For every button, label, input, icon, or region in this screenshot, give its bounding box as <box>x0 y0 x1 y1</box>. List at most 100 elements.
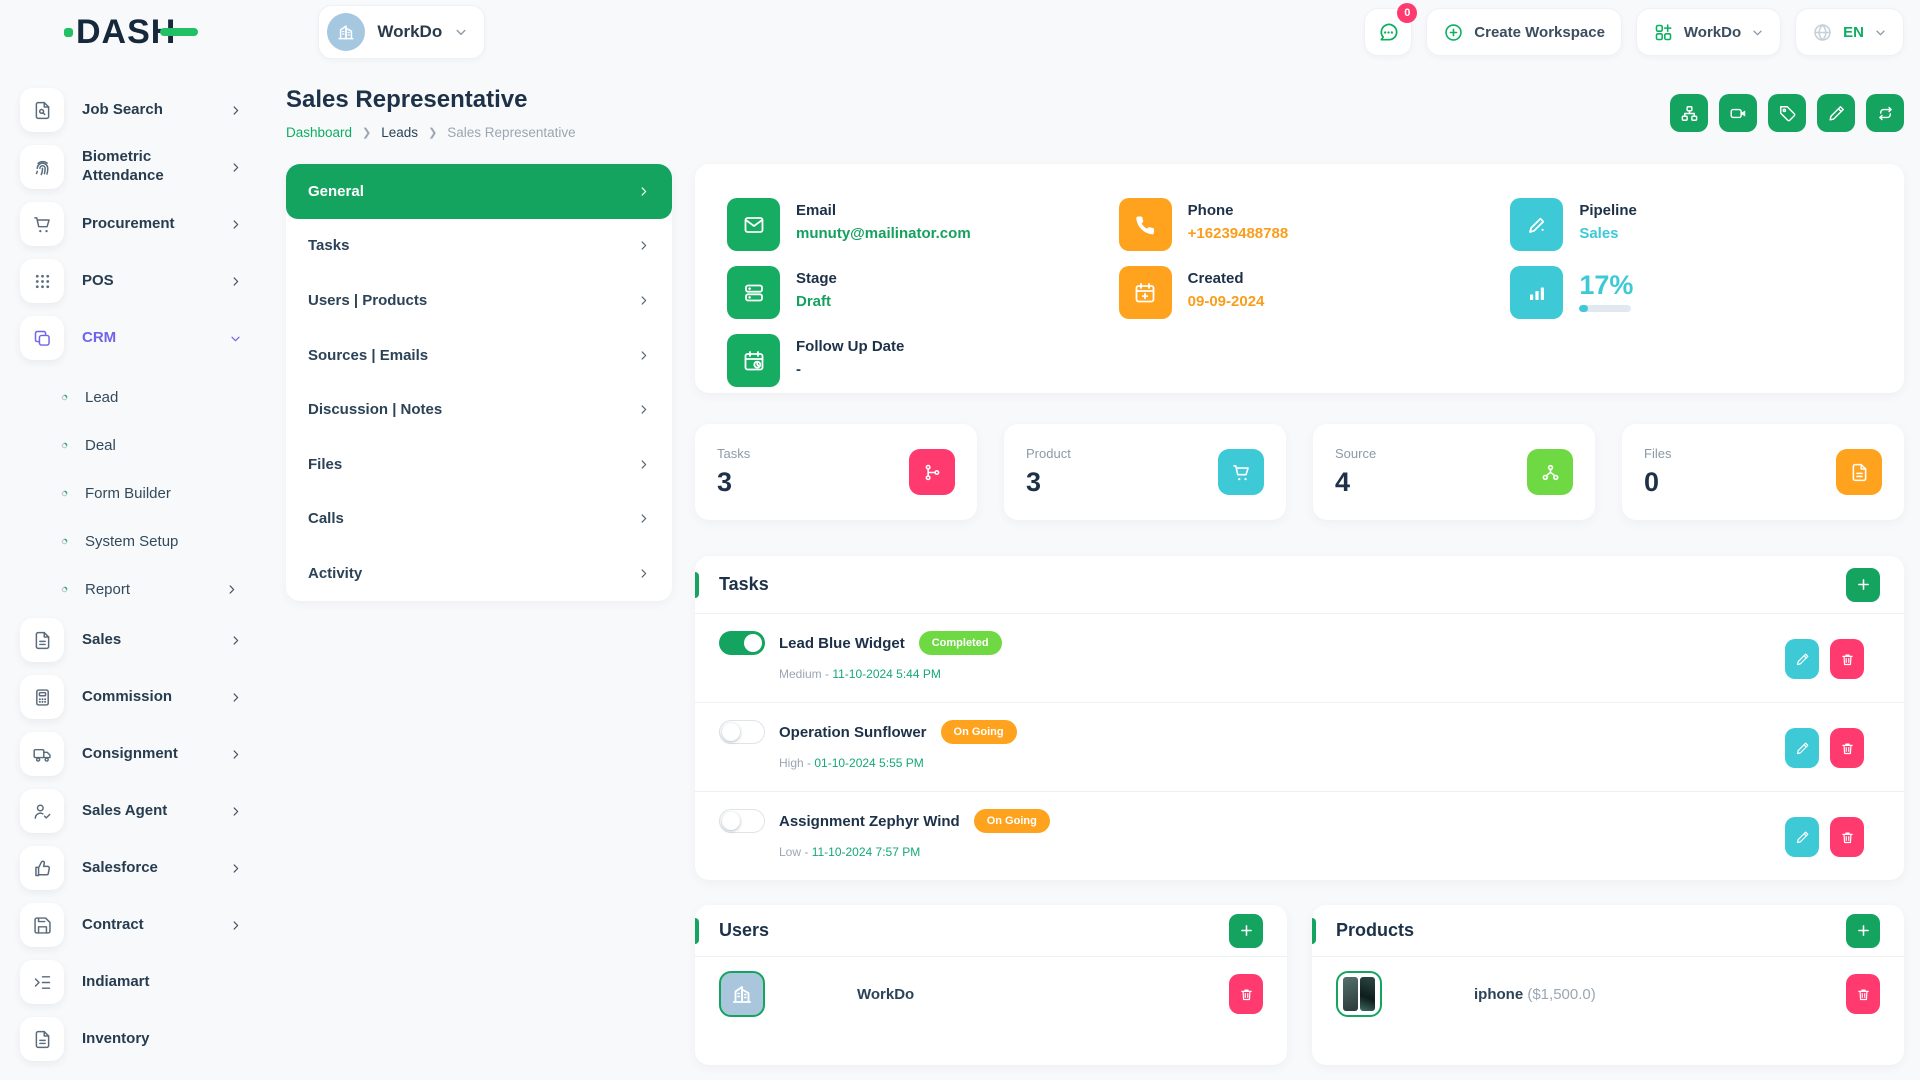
task-datetime: 11-10-2024 7:57 PM <box>812 845 921 859</box>
sidebar-nav: Job Search Biometric Attendance Procurem… <box>0 64 270 1074</box>
sidebar-item-sales-agent[interactable]: Sales Agent <box>20 789 270 833</box>
stat-source-value: 4 <box>1335 467 1376 498</box>
sidebar-item-pos[interactable]: POS <box>20 259 270 303</box>
info-progress: 17% <box>1510 266 1872 319</box>
menu-item-sources-emails[interactable]: Sources | Emails <box>286 328 672 383</box>
product-image <box>1336 971 1382 1017</box>
user-name: WorkDo <box>857 986 914 1003</box>
doc-search-icon <box>20 88 64 132</box>
stat-cards: Tasks3 Product3 Source4 Files0 <box>695 424 1904 520</box>
task-datetime: 11-10-2024 5:44 PM <box>832 667 941 681</box>
bullet-icon <box>58 487 71 500</box>
chevron-right-icon <box>229 919 242 932</box>
sidebar-subitem-lead[interactable]: Lead <box>20 373 270 421</box>
breadcrumb: Dashboard ❯ Leads ❯ Sales Representative <box>286 125 576 140</box>
menu-item-activity[interactable]: Activity <box>286 546 672 601</box>
chevron-right-icon <box>229 634 242 647</box>
info-follow-up: Follow Up Date- <box>727 334 1089 387</box>
task-complete-toggle[interactable] <box>719 720 765 744</box>
sidebar-subitem-form-builder[interactable]: Form Builder <box>20 469 270 517</box>
menu-item-files[interactable]: Files <box>286 437 672 492</box>
sidebar-item-procurement[interactable]: Procurement <box>20 202 270 246</box>
edit-lead-button[interactable] <box>1817 94 1855 132</box>
menu-item-tasks[interactable]: Tasks <box>286 219 672 274</box>
pen-icon <box>1510 198 1563 251</box>
menu-item-discussion-notes[interactable]: Discussion | Notes <box>286 382 672 437</box>
sidebar-subitem-system-setup[interactable]: System Setup <box>20 517 270 565</box>
breadcrumb-dashboard[interactable]: Dashboard <box>286 125 352 140</box>
user-row: WorkDo <box>695 957 1287 1031</box>
sidebar-item-indiamart[interactable]: Indiamart <box>20 960 270 1004</box>
products-section-title: Products <box>1336 920 1414 941</box>
chevron-right-icon <box>637 349 650 362</box>
remove-product-button[interactable] <box>1846 974 1880 1014</box>
messages-button[interactable]: 0 <box>1364 8 1412 56</box>
stat-files: Files0 <box>1622 424 1904 520</box>
current-workspace-pill[interactable]: WorkDo <box>318 5 485 59</box>
delete-task-button[interactable] <box>1830 728 1864 768</box>
top-header: DASH WorkDo 0 Create Workspace WorkDo EN <box>0 0 1920 64</box>
edit-task-button[interactable] <box>1785 728 1819 768</box>
progress-percent: 17% <box>1579 272 1633 299</box>
sidebar-item-biometric-attendance[interactable]: Biometric Attendance <box>20 145 270 189</box>
add-user-button[interactable] <box>1229 914 1263 948</box>
chevron-right-icon <box>229 275 242 288</box>
sidebar-item-contract[interactable]: Contract <box>20 903 270 947</box>
add-product-button[interactable] <box>1846 914 1880 948</box>
task-complete-toggle[interactable] <box>719 631 765 655</box>
sidebar-item-inventory[interactable]: Inventory <box>20 1017 270 1061</box>
floppy-icon <box>20 903 64 947</box>
pipeline-view-button[interactable] <box>1670 94 1708 132</box>
edit-task-button[interactable] <box>1785 639 1819 679</box>
sidebar-item-sales[interactable]: Sales <box>20 618 270 662</box>
menu-item-calls[interactable]: Calls <box>286 492 672 547</box>
trash-icon <box>1856 987 1871 1002</box>
create-workspace-label: Create Workspace <box>1474 24 1605 41</box>
indent-icon <box>20 960 64 1004</box>
file-icon <box>1836 449 1882 495</box>
sidebar-item-crm[interactable]: CRM <box>20 316 270 360</box>
create-workspace-button[interactable]: Create Workspace <box>1426 8 1622 56</box>
sidebar-item-consignment[interactable]: Consignment <box>20 732 270 776</box>
language-selector[interactable]: EN <box>1795 8 1904 56</box>
menu-item-users-products[interactable]: Users | Products <box>286 273 672 328</box>
trash-icon <box>1840 652 1855 667</box>
workspace-switcher[interactable]: WorkDo <box>1636 8 1781 56</box>
remove-user-button[interactable] <box>1229 974 1263 1014</box>
video-call-button[interactable] <box>1719 94 1757 132</box>
delete-task-button[interactable] <box>1830 639 1864 679</box>
sidebar-item-salesforce[interactable]: Salesforce <box>20 846 270 890</box>
task-status-badge: On Going <box>974 809 1050 833</box>
pencil-icon <box>1795 741 1810 756</box>
sidebar-item-commission[interactable]: Commission <box>20 675 270 719</box>
breadcrumb-leads[interactable]: Leads <box>381 125 418 140</box>
labels-button[interactable] <box>1768 94 1806 132</box>
task-complete-toggle[interactable] <box>719 809 765 833</box>
stat-product-value: 3 <box>1026 467 1071 498</box>
add-task-button[interactable] <box>1846 568 1880 602</box>
cart-icon <box>20 202 64 246</box>
sidebar-subitem-deal[interactable]: Deal <box>20 421 270 469</box>
info-pipeline: PipelineSales <box>1510 198 1872 251</box>
info-stage: StageDraft <box>727 266 1089 319</box>
sidebar-item-job-search[interactable]: Job Search <box>20 88 270 132</box>
progress-bar <box>1579 305 1631 312</box>
trash-icon <box>1840 741 1855 756</box>
menu-item-general[interactable]: General <box>286 164 672 219</box>
user-avatar <box>719 971 765 1017</box>
sidebar-subitem-report[interactable]: Report <box>20 565 270 613</box>
chevron-right-icon <box>637 567 650 580</box>
share-nodes-icon <box>1527 449 1573 495</box>
stage-icon <box>727 266 780 319</box>
convert-lead-button[interactable] <box>1866 94 1904 132</box>
chevron-right-icon <box>637 403 650 416</box>
grid-plus-icon <box>1653 22 1674 43</box>
chevron-down-icon <box>454 25 468 39</box>
chevron-right-icon <box>637 512 650 525</box>
delete-task-button[interactable] <box>1830 817 1864 857</box>
edit-task-button[interactable] <box>1785 817 1819 857</box>
pipeline-value: Sales <box>1579 225 1637 242</box>
envelope-icon <box>727 198 780 251</box>
info-created: Created09-09-2024 <box>1119 266 1481 319</box>
bullet-icon <box>58 583 71 596</box>
